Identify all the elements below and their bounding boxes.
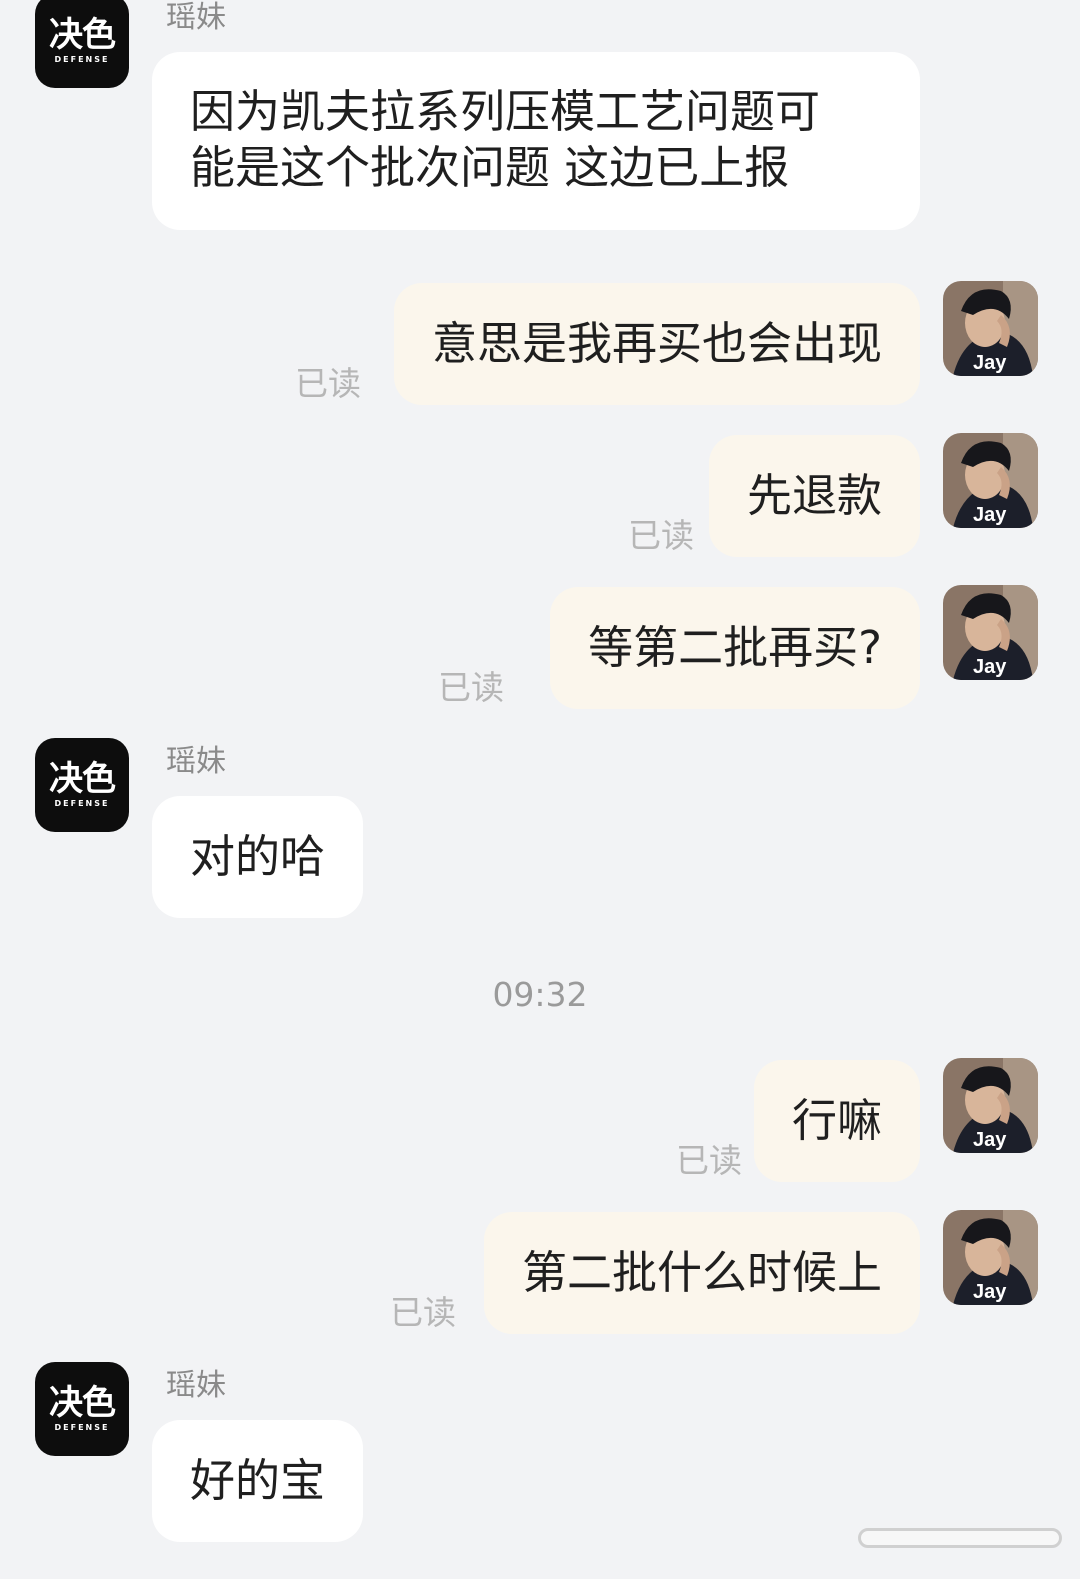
brand-logo-subtext: DEFENSE bbox=[54, 1423, 110, 1432]
jay-portrait-icon: Jay bbox=[943, 1210, 1038, 1305]
home-indicator[interactable] bbox=[858, 1528, 1062, 1548]
read-receipt: 已读 bbox=[438, 668, 504, 707]
jay-portrait-icon: Jay bbox=[943, 585, 1038, 680]
brand-logo-text: 决色 bbox=[49, 1383, 116, 1423]
svg-text:Jay: Jay bbox=[973, 352, 1007, 374]
incoming-message-bubble[interactable]: 对的哈 bbox=[152, 796, 364, 918]
brand-logo-text: 决色 bbox=[49, 15, 116, 55]
read-receipt: 已读 bbox=[295, 364, 361, 403]
svg-text:Jay: Jay bbox=[973, 1129, 1007, 1151]
sender-name: 瑶妹 bbox=[166, 744, 226, 779]
svg-text:Jay: Jay bbox=[973, 504, 1007, 526]
outgoing-message-bubble[interactable]: 先退款 bbox=[708, 435, 920, 557]
outgoing-message-bubble[interactable]: 意思是我再买也会出现 bbox=[393, 283, 920, 405]
read-receipt: 已读 bbox=[676, 1141, 742, 1180]
outgoing-message-bubble[interactable]: 第二批什么时候上 bbox=[483, 1212, 920, 1334]
outgoing-message-bubble[interactable]: 等第二批再买? bbox=[550, 587, 920, 709]
jay-portrait-icon: Jay bbox=[943, 433, 1038, 528]
svg-text:Jay: Jay bbox=[973, 1281, 1007, 1303]
incoming-message-bubble[interactable]: 因为凯夫拉系列压模工艺问题可 能是这个批次问题 这边已上报 bbox=[152, 52, 920, 230]
jay-portrait-icon: Jay bbox=[943, 281, 1038, 376]
outgoing-message-bubble[interactable]: 行嘛 bbox=[753, 1060, 920, 1182]
shop-avatar[interactable]: 决色 DEFENSE bbox=[35, 738, 129, 832]
read-receipt: 已读 bbox=[390, 1293, 456, 1332]
jay-portrait-icon: Jay bbox=[943, 1058, 1038, 1153]
user-avatar[interactable]: Jay bbox=[943, 1210, 1038, 1305]
shop-avatar[interactable]: 决色 DEFENSE bbox=[35, 0, 129, 88]
timestamp-divider: 09:32 bbox=[492, 975, 588, 1014]
user-avatar[interactable]: Jay bbox=[943, 585, 1038, 680]
user-avatar[interactable]: Jay bbox=[943, 433, 1038, 528]
sender-name: 瑶妹 bbox=[166, 0, 226, 35]
read-receipt: 已读 bbox=[628, 516, 694, 555]
sender-name: 瑶妹 bbox=[166, 1368, 226, 1403]
svg-text:Jay: Jay bbox=[973, 656, 1007, 678]
incoming-message-bubble[interactable]: 好的宝 bbox=[152, 1420, 364, 1542]
user-avatar[interactable]: Jay bbox=[943, 1058, 1038, 1153]
user-avatar[interactable]: Jay bbox=[943, 281, 1038, 376]
brand-logo-text: 决色 bbox=[49, 759, 116, 799]
brand-logo-subtext: DEFENSE bbox=[54, 799, 110, 808]
brand-logo-subtext: DEFENSE bbox=[54, 55, 110, 64]
shop-avatar[interactable]: 决色 DEFENSE bbox=[35, 1362, 129, 1456]
